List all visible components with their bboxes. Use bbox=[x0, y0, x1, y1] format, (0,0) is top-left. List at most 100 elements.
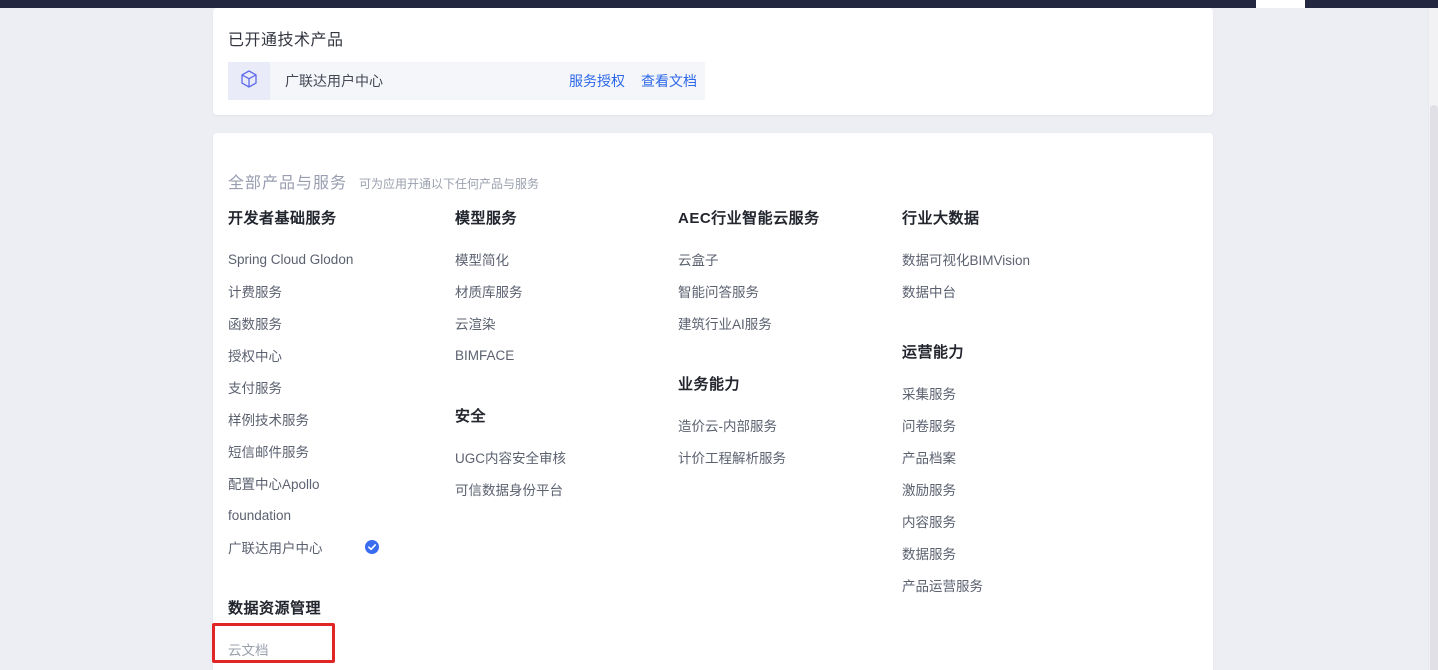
catalog-group: 数据资源管理云文档 bbox=[228, 595, 455, 665]
top-navigation-bar bbox=[0, 0, 1438, 8]
catalog-title: 全部产品与服务 bbox=[228, 169, 347, 193]
catalog-item[interactable]: 短信邮件服务 bbox=[228, 435, 455, 467]
category-header: 业务能力 bbox=[678, 371, 902, 393]
catalog-item[interactable]: 云渲染 bbox=[455, 307, 678, 339]
catalog-item[interactable]: 材质库服务 bbox=[455, 275, 678, 307]
catalog-header: 全部产品与服务 可为应用开通以下任何产品与服务 bbox=[228, 169, 539, 193]
service-auth-link[interactable]: 服务授权 bbox=[569, 71, 625, 91]
catalog-columns: 开发者基础服务 Spring Cloud Glodon 计费服务函数服务授权中心支付… bbox=[228, 205, 1198, 665]
catalog-item-label: 短信邮件服务 bbox=[228, 441, 309, 461]
catalog-item[interactable]: 配置中心Apollo bbox=[228, 467, 455, 499]
catalog-item-label: 数据中台 bbox=[902, 281, 956, 301]
catalog-item[interactable]: 广联达用户中心 bbox=[228, 531, 455, 563]
product-icon-cell bbox=[228, 62, 270, 100]
catalog-item-label: 智能问答服务 bbox=[678, 281, 759, 301]
catalog-item[interactable]: 产品运营服务 bbox=[902, 569, 1198, 601]
catalog-item-label: 函数服务 bbox=[228, 313, 282, 333]
catalog-item[interactable]: 造价云-内部服务 bbox=[678, 409, 902, 441]
catalog-group: 业务能力造价云-内部服务计价工程解析服务 bbox=[678, 371, 902, 473]
catalog-group: 行业大数据数据可视化BIMVision 数据中台 bbox=[902, 205, 1198, 307]
catalog-item[interactable]: 智能问答服务 bbox=[678, 275, 902, 307]
catalog-column: AEC行业智能云服务云盒子智能问答服务建筑行业AI服务业务能力造价云-内部服务计… bbox=[678, 205, 902, 665]
catalog-subtitle: 可为应用开通以下任何产品与服务 bbox=[359, 175, 539, 192]
scrollbar-thumb[interactable] bbox=[1430, 105, 1438, 670]
catalog-item[interactable]: 云文档 bbox=[228, 633, 455, 665]
view-docs-link[interactable]: 查看文档 bbox=[641, 71, 697, 91]
catalog-item[interactable]: 计价工程解析服务 bbox=[678, 441, 902, 473]
package-cube-icon bbox=[239, 69, 259, 94]
category-header: 安全 bbox=[455, 403, 678, 425]
catalog-item[interactable]: foundation bbox=[228, 499, 455, 531]
catalog-item[interactable]: 函数服务 bbox=[228, 307, 455, 339]
category-header: 行业大数据 bbox=[902, 205, 1198, 227]
catalog-item-label: UGC内容安全审核 bbox=[455, 447, 566, 467]
catalog-item[interactable]: 模型简化 bbox=[455, 243, 678, 275]
catalog-item[interactable]: 内容服务 bbox=[902, 505, 1198, 537]
catalog-item-label: 问卷服务 bbox=[902, 415, 956, 435]
catalog-column: 行业大数据数据可视化BIMVision 数据中台运营能力采集服务问卷服务产品档案激… bbox=[902, 205, 1198, 665]
catalog-group: 开发者基础服务 Spring Cloud Glodon 计费服务函数服务授权中心支付… bbox=[228, 205, 455, 563]
category-header: AEC行业智能云服务 bbox=[678, 205, 902, 227]
catalog-item-label: 云盒子 bbox=[678, 249, 719, 269]
catalog-item[interactable]: 数据服务 bbox=[902, 537, 1198, 569]
catalog-item[interactable]: 建筑行业AI服务 bbox=[678, 307, 902, 339]
page-scrollbar[interactable] bbox=[1428, 8, 1438, 670]
catalog-item-label: 模型简化 bbox=[455, 249, 509, 269]
category-header: 开发者基础服务 bbox=[228, 205, 455, 227]
catalog-item[interactable]: Spring Cloud Glodon bbox=[228, 243, 455, 275]
catalog-item-label: foundation bbox=[228, 508, 291, 523]
category-header: 运营能力 bbox=[902, 339, 1198, 361]
catalog-item[interactable]: 计费服务 bbox=[228, 275, 455, 307]
catalog-item[interactable]: 数据可视化BIMVision bbox=[902, 243, 1198, 275]
topbar-white-notch bbox=[1256, 0, 1305, 8]
catalog-item[interactable]: 可信数据身份平台 bbox=[455, 473, 678, 505]
catalog-group: AEC行业智能云服务云盒子智能问答服务建筑行业AI服务 bbox=[678, 205, 902, 339]
catalog-column: 模型服务模型简化材质库服务云渲染 BIMFACE 安全 UGC内容安全审核可信数据身份… bbox=[455, 205, 678, 665]
category-header: 模型服务 bbox=[455, 205, 678, 227]
catalog-item-label: Spring Cloud Glodon bbox=[228, 252, 353, 267]
catalog-item[interactable]: BIMFACE bbox=[455, 339, 678, 371]
catalog-column: 开发者基础服务 Spring Cloud Glodon 计费服务函数服务授权中心支付… bbox=[228, 205, 455, 665]
catalog-item[interactable]: 激励服务 bbox=[902, 473, 1198, 505]
catalog-item[interactable]: 数据中台 bbox=[902, 275, 1198, 307]
check-icon-wrap bbox=[365, 540, 379, 554]
catalog-item[interactable]: 采集服务 bbox=[902, 377, 1198, 409]
catalog-item[interactable]: 产品档案 bbox=[902, 441, 1198, 473]
catalog-item-label: 计费服务 bbox=[228, 281, 282, 301]
category-header: 数据资源管理 bbox=[228, 595, 455, 617]
catalog-item-label: 内容服务 bbox=[902, 511, 956, 531]
catalog-item[interactable]: 授权中心 bbox=[228, 339, 455, 371]
catalog-item-label: 授权中心 bbox=[228, 345, 282, 365]
catalog-item-label: BIMFACE bbox=[455, 348, 514, 363]
activated-product-name: 广联达用户中心 bbox=[270, 62, 569, 100]
catalog-item[interactable]: 问卷服务 bbox=[902, 409, 1198, 441]
activated-products-card: 已开通技术产品 广联达用户中心 服务授权查看文档 bbox=[213, 8, 1213, 115]
catalog-group: 运营能力采集服务问卷服务产品档案激励服务内容服务数据服务产品运营服务 bbox=[902, 339, 1198, 601]
catalog-item[interactable]: UGC内容安全审核 bbox=[455, 441, 678, 473]
catalog-item-label: 材质库服务 bbox=[455, 281, 523, 301]
catalog-item[interactable]: 云盒子 bbox=[678, 243, 902, 275]
catalog-item-label: 数据可视化BIMVision bbox=[902, 249, 1030, 269]
catalog-item-label: 支付服务 bbox=[228, 377, 282, 397]
all-products-card: 全部产品与服务 可为应用开通以下任何产品与服务 开发者基础服务 Spring Cl… bbox=[213, 133, 1213, 670]
catalog-item-label: 激励服务 bbox=[902, 479, 956, 499]
catalog-item-label: 建筑行业AI服务 bbox=[678, 313, 772, 333]
catalog-item-label: 云文档 bbox=[228, 639, 269, 659]
catalog-item-label: 可信数据身份平台 bbox=[455, 479, 563, 499]
catalog-item-label: 云渲染 bbox=[455, 313, 496, 333]
catalog-group: 安全 UGC内容安全审核可信数据身份平台 bbox=[455, 403, 678, 505]
catalog-item[interactable]: 样例技术服务 bbox=[228, 403, 455, 435]
check-circle-icon bbox=[365, 540, 379, 554]
activated-product-row[interactable]: 广联达用户中心 服务授权查看文档 bbox=[228, 62, 705, 100]
catalog-item-label: 数据服务 bbox=[902, 543, 956, 563]
catalog-item-label: 采集服务 bbox=[902, 383, 956, 403]
catalog-group: 模型服务模型简化材质库服务云渲染 BIMFACE bbox=[455, 205, 678, 371]
catalog-item-label: 产品运营服务 bbox=[902, 575, 983, 595]
product-actions: 服务授权查看文档 bbox=[569, 62, 705, 100]
catalog-item-label: 样例技术服务 bbox=[228, 409, 309, 429]
catalog-item-label: 广联达用户中心 bbox=[228, 537, 323, 557]
catalog-item[interactable]: 支付服务 bbox=[228, 371, 455, 403]
catalog-item-label: 配置中心Apollo bbox=[228, 473, 320, 493]
catalog-item-label: 产品档案 bbox=[902, 447, 956, 467]
activated-products-title: 已开通技术产品 bbox=[228, 26, 344, 50]
